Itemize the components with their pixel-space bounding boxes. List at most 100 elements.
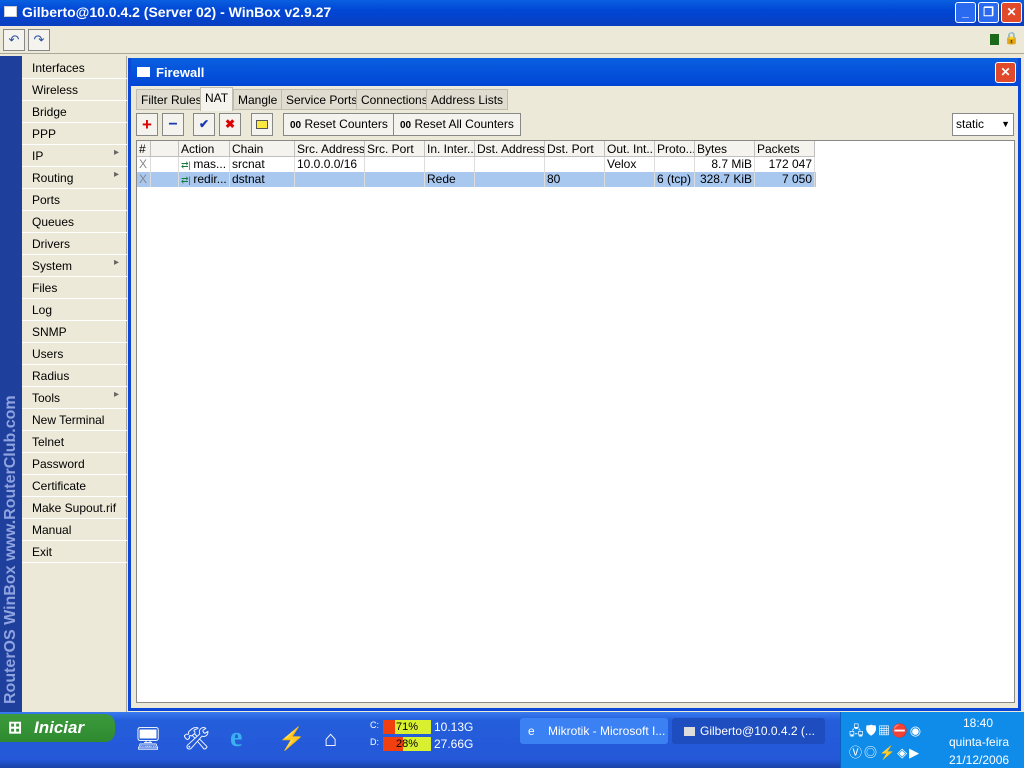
quicklaunch-ie-icon[interactable]: e [230,722,242,754]
tab-address-lists[interactable]: Address Lists [426,89,509,110]
reset-counters-button[interactable]: 00 Reset Counters [283,113,395,136]
column-header[interactable]: Src. Address [295,141,365,157]
sidebar-item-label: Queues [32,215,75,229]
drive-percent: 28% [395,738,419,750]
title-bar: Gilberto@10.0.4.2 (Server 02) - WinBox v… [0,0,1024,26]
nat-rules-table: # Action Chain Src. Address Src. Port In. Int… [136,140,1015,703]
sidebar-item-queues[interactable]: Queues [22,211,127,233]
tray-icons-row2[interactable]: Ⓥ◎⚡◈▶ [849,742,921,761]
sidebar-item-certificate[interactable]: Certificate [22,475,127,497]
column-header[interactable]: Out. Int... [605,141,655,157]
sidebar-item-tools[interactable]: Tools ▸ [22,387,127,409]
tray-icons-row1[interactable]: 🖧🛡▦⛔◉ [849,722,923,744]
sidebar-item-ip[interactable]: IP ▸ [22,145,127,167]
sidebar-item-log[interactable]: Log [22,299,127,321]
cell-value: Velox [607,157,637,171]
sidebar-item-routing[interactable]: Routing ▸ [22,167,127,189]
sidebar-item-label: Drivers [32,237,70,251]
sidebar-item-make-supout-rif[interactable]: Make Supout.rif [22,497,127,519]
sidebar-item-wireless[interactable]: Wireless [22,79,127,101]
column-header[interactable]: Src. Port [365,141,425,157]
sidebar-item-password[interactable]: Password [22,453,127,475]
redo-button[interactable]: ↷ [28,29,50,51]
drive-usage-fill [383,720,395,734]
column-header[interactable]: Packets [755,141,815,157]
sidebar-item-manual[interactable]: Manual [22,519,127,541]
column-header[interactable]: In. Inter... [425,141,475,157]
cell-dport: 80 [545,172,605,187]
tab-filter-rules[interactable]: Filter Rules [136,89,207,110]
sidebar-item-exit[interactable]: Exit [22,541,127,563]
column-header[interactable]: Proto... [655,141,695,157]
filter-select[interactable]: static ▼ [952,113,1014,136]
sidebar-item-bridge[interactable]: Bridge [22,101,127,123]
column-header[interactable]: Dst. Address [475,141,545,157]
submenu-arrow-icon: ▸ [113,147,119,158]
table-row[interactable]: X ⇄| mas... srcnat 10.0.0.0/16 Velox 8.7 MiB 1… [137,157,816,172]
comment-icon[interactable] [251,113,273,136]
cell-proto [655,157,695,172]
tab-connections[interactable]: Connections [356,89,433,110]
sidebar-item-files[interactable]: Files [22,277,127,299]
cell-value: mas... [193,157,227,171]
window-icon [137,67,150,77]
sidebar-item-label: Routing [32,171,74,185]
undo-button[interactable]: ↶ [3,29,25,51]
firewall-title: Firewall [156,65,205,80]
sidebar-item-interfaces[interactable]: Interfaces [22,57,127,79]
task-winbox[interactable]: Gilberto@10.0.4.2 (... [672,718,825,744]
drive-letter: C: [370,720,379,730]
firewall-close-button[interactable]: ✕ [995,62,1016,83]
task-mikrotik-ie[interactable]: e Mikrotik - Microsoft I... [520,718,668,744]
cell-outif: Velox [605,157,655,172]
remove-icon[interactable]: − [162,113,184,136]
column-header[interactable]: Bytes [695,141,755,157]
cell-value: 10.0.0.0/16 [297,157,358,171]
sidebar-item-radius[interactable]: Radius [22,365,127,387]
enable-icon[interactable]: ✔ [193,113,215,136]
column-header[interactable]: Action [179,141,230,157]
table-row[interactable]: X ⇄| redir... dstnat Rede 80 6 (tcp) 328.7 KiB… [137,172,816,187]
cell-value: Rede [427,172,456,186]
quicklaunch-home-icon[interactable]: ⌂ [324,726,337,752]
tab-mangle[interactable]: Mangle [233,89,283,110]
reset-all-counters-button[interactable]: 00 Reset All Counters [393,113,521,136]
sidebar-item-snmp[interactable]: SNMP [22,321,127,343]
sidebar-item-ppp[interactable]: PPP [22,123,127,145]
cell-value: dstnat [232,172,265,186]
cell-chain: srcnat [230,157,295,172]
maximize-button[interactable]: ❐ [978,2,999,23]
disable-icon[interactable]: ✖ [219,113,241,136]
cell-action: ⇄| mas... [179,157,230,172]
quicklaunch-computer-icon[interactable]: 🖥 [134,726,162,752]
column-header[interactable]: # [137,141,151,157]
tab-service-ports[interactable]: Service Ports [281,89,363,110]
system-tray: 🖧🛡▦⛔◉ Ⓥ◎⚡◈▶ 18:40 quinta-feira 21/12/200… [840,712,1024,768]
sidebar-item-users[interactable]: Users [22,343,127,365]
column-header[interactable]: Chain [230,141,295,157]
sidebar-item-drivers[interactable]: Drivers [22,233,127,255]
sidebar-item-new-terminal[interactable]: New Terminal [22,409,127,431]
status-icon [990,34,999,45]
brand-strip: RouterOS WinBox www.RouterClub.com [0,56,22,712]
cell-num: X [137,157,151,172]
column-header[interactable] [151,141,179,157]
clock-time[interactable]: 18:40 [963,716,993,730]
sidebar-item-label: Tools [32,391,61,405]
add-icon[interactable]: + [136,113,158,136]
quicklaunch-tools-icon[interactable]: 🛠 [182,726,210,752]
sidebar-item-ports[interactable]: Ports [22,189,127,211]
reset-counters-label: Reset Counters [304,117,388,131]
window-icon [684,727,695,736]
start-label: Iniciar [34,718,85,737]
start-button[interactable]: ⊞ Iniciar [0,714,115,742]
ie-icon: e [528,724,535,738]
task-label: Gilberto@10.0.4.2 (... [700,724,815,738]
minimize-button[interactable]: _ [955,2,976,23]
tab-nat[interactable]: NAT [200,87,234,111]
close-button[interactable]: ✕ [1001,2,1022,23]
quicklaunch-flash-icon[interactable]: ⚡ [278,726,305,752]
column-header[interactable]: Dst. Port [545,141,605,157]
sidebar-item-system[interactable]: System ▸ [22,255,127,277]
sidebar-item-telnet[interactable]: Telnet [22,431,127,453]
